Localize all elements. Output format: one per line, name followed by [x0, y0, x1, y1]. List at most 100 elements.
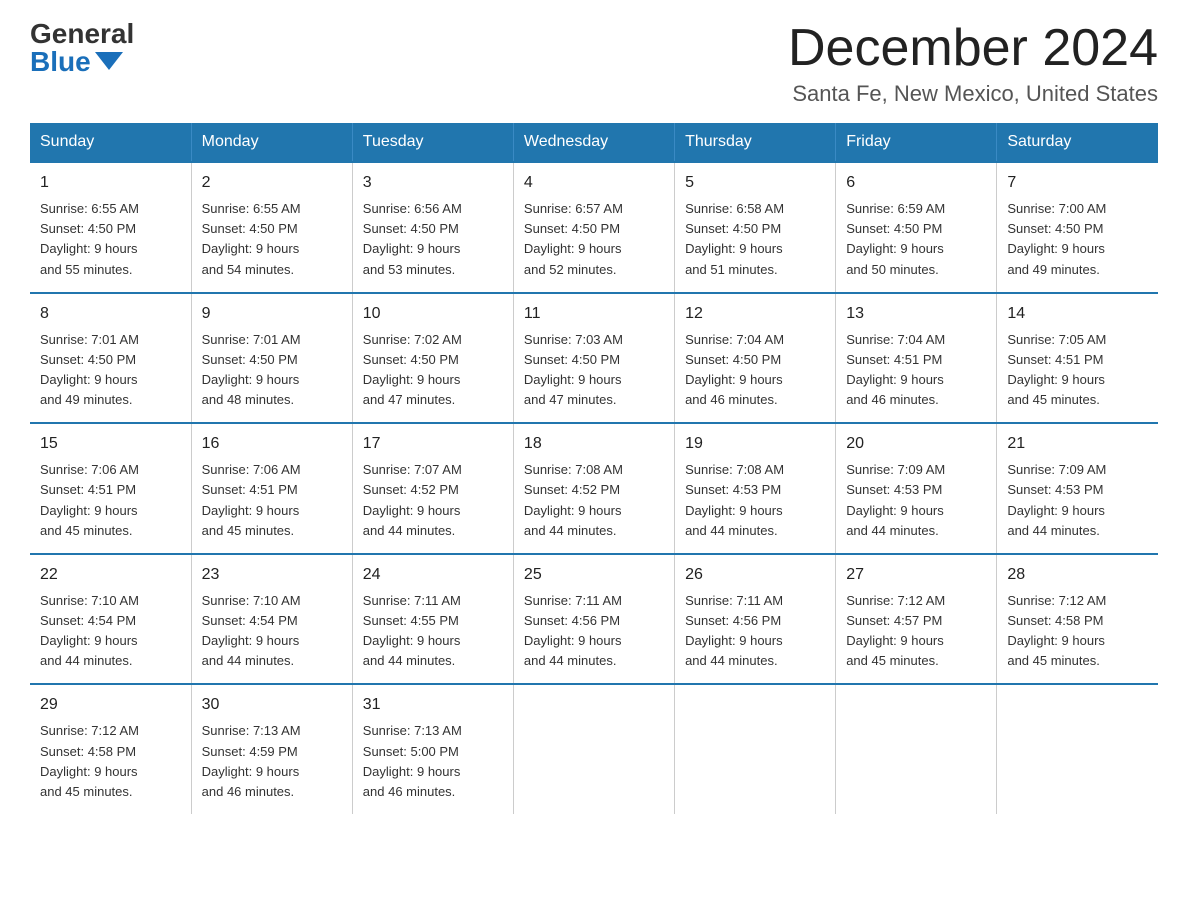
day-number: 8	[40, 302, 181, 326]
day-info: Sunrise: 7:06 AMSunset: 4:51 PMDaylight:…	[40, 460, 181, 541]
day-number: 18	[524, 432, 664, 456]
month-title: December 2024	[788, 20, 1158, 77]
logo-general-text: General	[30, 20, 134, 48]
day-info: Sunrise: 7:08 AMSunset: 4:52 PMDaylight:…	[524, 460, 664, 541]
day-number: 14	[1007, 302, 1148, 326]
calendar-cell: 9Sunrise: 7:01 AMSunset: 4:50 PMDaylight…	[191, 293, 352, 424]
day-number: 25	[524, 563, 664, 587]
day-number: 6	[846, 171, 986, 195]
calendar-cell: 10 Sunrise: 7:02 AMSunset: 4:50 PMDayligh…	[352, 293, 513, 424]
day-number: 23	[202, 563, 342, 587]
calendar-cell: 14 Sunrise: 7:05 AMSunset: 4:51 PMDayligh…	[997, 293, 1158, 424]
day-number: 7	[1007, 171, 1148, 195]
day-info: Sunrise: 7:13 AMSunset: 4:59 PMDaylight:…	[202, 721, 342, 802]
day-info: Sunrise: 7:11 AMSunset: 4:56 PMDaylight:…	[685, 591, 825, 672]
day-number: 28	[1007, 563, 1148, 587]
day-number: 22	[40, 563, 181, 587]
calendar-cell: 3Sunrise: 6:56 AMSunset: 4:50 PMDaylight…	[352, 162, 513, 293]
calendar-table: SundayMondayTuesdayWednesdayThursdayFrid…	[30, 123, 1158, 814]
day-info: Sunrise: 7:11 AMSunset: 4:55 PMDaylight:…	[363, 591, 503, 672]
calendar-cell: 29 Sunrise: 7:12 AMSunset: 4:58 PMDayligh…	[30, 684, 191, 814]
header-monday: Monday	[191, 123, 352, 162]
day-info: Sunrise: 7:03 AMSunset: 4:50 PMDaylight:…	[524, 330, 664, 411]
day-info: Sunrise: 6:55 AMSunset: 4:50 PMDaylight:…	[202, 199, 342, 280]
calendar-cell: 27 Sunrise: 7:12 AMSunset: 4:57 PMDayligh…	[836, 554, 997, 685]
week-row-0: 1 Sunrise: 6:55 AMSunset: 4:50 PMDaylight…	[30, 162, 1158, 293]
calendar-cell	[675, 684, 836, 814]
day-number: 24	[363, 563, 503, 587]
day-info: Sunrise: 7:13 AMSunset: 5:00 PMDaylight:…	[363, 721, 503, 802]
week-row-3: 22 Sunrise: 7:10 AMSunset: 4:54 PMDayligh…	[30, 554, 1158, 685]
day-info: Sunrise: 6:57 AMSunset: 4:50 PMDaylight:…	[524, 199, 664, 280]
header-tuesday: Tuesday	[352, 123, 513, 162]
day-info: Sunrise: 7:00 AMSunset: 4:50 PMDaylight:…	[1007, 199, 1148, 280]
day-info: Sunrise: 7:02 AMSunset: 4:50 PMDaylight:…	[363, 330, 503, 411]
day-info: Sunrise: 7:04 AMSunset: 4:51 PMDaylight:…	[846, 330, 986, 411]
header-wednesday: Wednesday	[513, 123, 674, 162]
calendar-cell: 31Sunrise: 7:13 AMSunset: 5:00 PMDayligh…	[352, 684, 513, 814]
calendar-cell: 23 Sunrise: 7:10 AMSunset: 4:54 PMDayligh…	[191, 554, 352, 685]
logo-blue-text: Blue	[30, 48, 123, 76]
day-info: Sunrise: 7:09 AMSunset: 4:53 PMDaylight:…	[846, 460, 986, 541]
calendar-cell: 18 Sunrise: 7:08 AMSunset: 4:52 PMDayligh…	[513, 423, 674, 554]
calendar-cell	[997, 684, 1158, 814]
day-number: 21	[1007, 432, 1148, 456]
calendar-cell: 5 Sunrise: 6:58 AMSunset: 4:50 PMDaylight…	[675, 162, 836, 293]
calendar-cell: 30 Sunrise: 7:13 AMSunset: 4:59 PMDayligh…	[191, 684, 352, 814]
day-info: Sunrise: 7:12 AMSunset: 4:57 PMDaylight:…	[846, 591, 986, 672]
calendar-cell	[513, 684, 674, 814]
calendar-cell: 26 Sunrise: 7:11 AMSunset: 4:56 PMDayligh…	[675, 554, 836, 685]
day-info: Sunrise: 7:06 AMSunset: 4:51 PMDaylight:…	[202, 460, 342, 541]
day-info: Sunrise: 7:12 AMSunset: 4:58 PMDaylight:…	[1007, 591, 1148, 672]
day-number: 19	[685, 432, 825, 456]
calendar-cell: 12Sunrise: 7:04 AMSunset: 4:50 PMDayligh…	[675, 293, 836, 424]
calendar-cell: 13 Sunrise: 7:04 AMSunset: 4:51 PMDayligh…	[836, 293, 997, 424]
calendar-cell: 7 Sunrise: 7:00 AMSunset: 4:50 PMDaylight…	[997, 162, 1158, 293]
day-info: Sunrise: 7:01 AMSunset: 4:50 PMDaylight:…	[40, 330, 181, 411]
day-info: Sunrise: 7:10 AMSunset: 4:54 PMDaylight:…	[40, 591, 181, 672]
calendar-cell: 28 Sunrise: 7:12 AMSunset: 4:58 PMDayligh…	[997, 554, 1158, 685]
calendar-cell: 16Sunrise: 7:06 AMSunset: 4:51 PMDayligh…	[191, 423, 352, 554]
week-row-4: 29 Sunrise: 7:12 AMSunset: 4:58 PMDayligh…	[30, 684, 1158, 814]
calendar-cell: 2Sunrise: 6:55 AMSunset: 4:50 PMDaylight…	[191, 162, 352, 293]
day-info: Sunrise: 7:01 AMSunset: 4:50 PMDaylight:…	[202, 330, 342, 411]
location-subtitle: Santa Fe, New Mexico, United States	[788, 81, 1158, 107]
day-number: 11	[524, 302, 664, 326]
calendar-cell: 1 Sunrise: 6:55 AMSunset: 4:50 PMDaylight…	[30, 162, 191, 293]
calendar-cell: 17 Sunrise: 7:07 AMSunset: 4:52 PMDayligh…	[352, 423, 513, 554]
day-info: Sunrise: 7:12 AMSunset: 4:58 PMDaylight:…	[40, 721, 181, 802]
day-number: 10	[363, 302, 503, 326]
day-info: Sunrise: 7:07 AMSunset: 4:52 PMDaylight:…	[363, 460, 503, 541]
calendar-cell: 11 Sunrise: 7:03 AMSunset: 4:50 PMDayligh…	[513, 293, 674, 424]
title-section: December 2024 Santa Fe, New Mexico, Unit…	[788, 20, 1158, 107]
day-number: 15	[40, 432, 181, 456]
calendar-cell	[836, 684, 997, 814]
day-number: 12	[685, 302, 825, 326]
calendar-cell: 8 Sunrise: 7:01 AMSunset: 4:50 PMDaylight…	[30, 293, 191, 424]
day-number: 13	[846, 302, 986, 326]
day-number: 20	[846, 432, 986, 456]
day-info: Sunrise: 6:58 AMSunset: 4:50 PMDaylight:…	[685, 199, 825, 280]
logo-triangle-icon	[95, 52, 123, 70]
day-number: 5	[685, 171, 825, 195]
calendar-cell: 20 Sunrise: 7:09 AMSunset: 4:53 PMDayligh…	[836, 423, 997, 554]
header-row: SundayMondayTuesdayWednesdayThursdayFrid…	[30, 123, 1158, 162]
header-sunday: Sunday	[30, 123, 191, 162]
day-number: 1	[40, 171, 181, 195]
day-number: 30	[202, 693, 342, 717]
day-info: Sunrise: 7:10 AMSunset: 4:54 PMDaylight:…	[202, 591, 342, 672]
day-number: 3	[363, 171, 503, 195]
week-row-1: 8 Sunrise: 7:01 AMSunset: 4:50 PMDaylight…	[30, 293, 1158, 424]
day-number: 29	[40, 693, 181, 717]
day-info: Sunrise: 6:55 AMSunset: 4:50 PMDaylight:…	[40, 199, 181, 280]
day-number: 26	[685, 563, 825, 587]
day-info: Sunrise: 7:08 AMSunset: 4:53 PMDaylight:…	[685, 460, 825, 541]
calendar-cell: 4Sunrise: 6:57 AMSunset: 4:50 PMDaylight…	[513, 162, 674, 293]
day-info: Sunrise: 7:05 AMSunset: 4:51 PMDaylight:…	[1007, 330, 1148, 411]
calendar-cell: 21 Sunrise: 7:09 AMSunset: 4:53 PMDayligh…	[997, 423, 1158, 554]
day-number: 17	[363, 432, 503, 456]
day-info: Sunrise: 7:09 AMSunset: 4:53 PMDaylight:…	[1007, 460, 1148, 541]
header-friday: Friday	[836, 123, 997, 162]
week-row-2: 15 Sunrise: 7:06 AMSunset: 4:51 PMDayligh…	[30, 423, 1158, 554]
day-number: 27	[846, 563, 986, 587]
